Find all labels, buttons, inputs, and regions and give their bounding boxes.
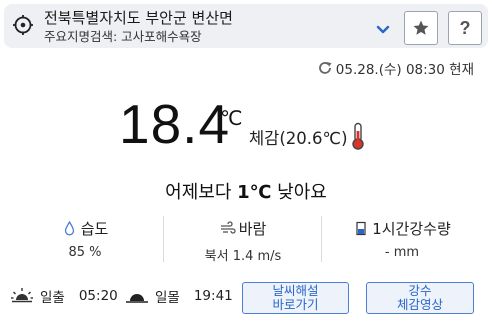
button-label-line2: 바로가기 — [272, 297, 319, 312]
feels-like-temperature: 체감(20.6℃) — [249, 129, 348, 148]
location-selector[interactable]: 전북특별자치도 부안군 변산면 주요지명검색: 고사포해수욕장 — [44, 8, 362, 46]
sunset-info: 일몰 19:41 — [125, 286, 233, 306]
sunrise-info: 일출 05:20 — [10, 286, 118, 306]
sunset-icon — [125, 287, 149, 305]
sunrise-time: 05:20 — [78, 288, 118, 304]
timestamp-text: 05.28.(수) 08:30 현재 — [335, 62, 474, 78]
location-name: 전북특별자치도 부안군 변산면 — [44, 9, 233, 27]
precip-video-button[interactable]: 강수 체감영상 — [366, 282, 474, 314]
wind-stat: 바람 북서 1.4 m/s — [165, 217, 321, 267]
humidity-label: 습도 — [80, 219, 109, 238]
precipitation-value: - mm — [384, 245, 420, 260]
precipitation-label: 1시간강수량 — [372, 219, 451, 238]
star-icon — [413, 20, 429, 35]
favorite-button[interactable] — [404, 11, 438, 45]
temperature-unit: ℃ — [220, 106, 243, 130]
comparison-suffix: 낮아요 — [271, 182, 327, 203]
weather-commentary-button[interactable]: 날씨해설 바로가기 — [242, 282, 349, 314]
sunrise-label: 일출 — [40, 290, 65, 306]
sunset-time: 19:41 — [193, 288, 233, 304]
current-temperature: 18.4 — [119, 93, 231, 155]
landmark-search: 주요지명검색: 고사포해수욕장 — [44, 29, 202, 44]
button-label-line2: 체감영상 — [396, 297, 443, 312]
humidity-stat: 습도 85 % — [10, 217, 160, 267]
location-target-icon[interactable] — [12, 14, 34, 36]
yesterday-comparison: 어제보다 1℃ 낮아요 — [0, 178, 492, 204]
sunset-label: 일몰 — [155, 290, 180, 306]
humidity-value: 85 % — [68, 245, 102, 260]
button-label-line1: 강수 — [408, 283, 432, 298]
divider — [163, 216, 164, 262]
wind-value: 북서 1.4 m/s — [204, 249, 282, 264]
button-label-line1: 날씨해설 — [272, 283, 319, 298]
precipitation-stat: 1시간강수량 - mm — [322, 217, 482, 267]
location-bar: 전북특별자치도 부안군 변산면 주요지명검색: 고사포해수욕장 ? — [4, 4, 488, 48]
refresh-icon[interactable] — [317, 60, 333, 76]
help-button[interactable]: ? — [448, 11, 482, 45]
chevron-down-icon[interactable] — [370, 16, 396, 42]
wind-label: 바람 — [238, 219, 267, 238]
sunrise-icon — [10, 287, 34, 305]
comparison-value: 1℃ — [237, 182, 272, 203]
thermometer-icon — [350, 122, 366, 150]
water-drop-icon — [62, 220, 77, 236]
observation-timestamp: 05.28.(수) 08:30 현재 — [317, 58, 474, 78]
comparison-prefix: 어제보다 — [165, 182, 238, 203]
wind-icon — [220, 220, 236, 236]
rain-gauge-icon — [353, 221, 368, 236]
